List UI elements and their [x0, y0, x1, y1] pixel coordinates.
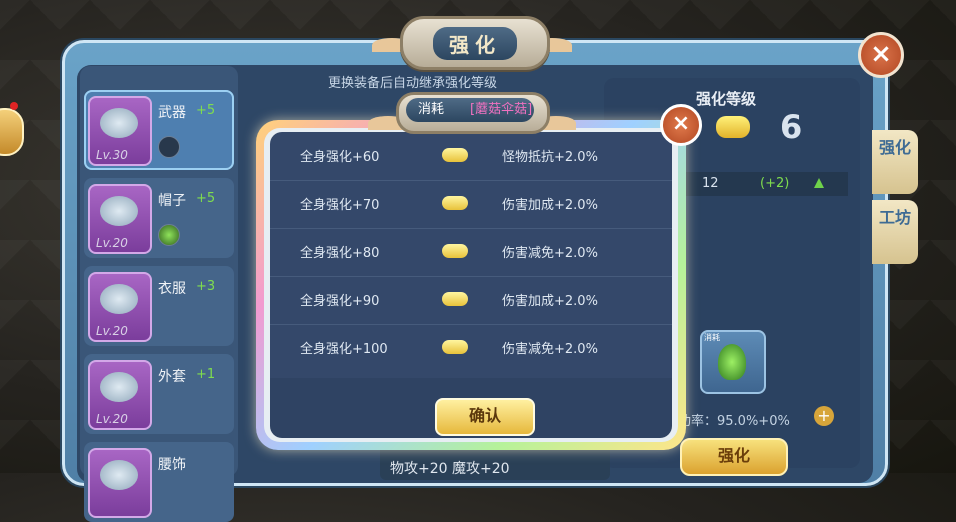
item-name: 腰饰: [158, 457, 186, 473]
gem-socket-icon[interactable]: [158, 136, 180, 158]
tab-workshop[interactable]: 工坊: [872, 200, 918, 264]
item-enhance-level: +3: [196, 279, 216, 294]
bonus-condition: 全身强化+70: [300, 198, 380, 213]
stat-increase: (+2): [760, 176, 790, 191]
bonus-effect: 伤害减免+2.0%: [502, 342, 598, 357]
bonus-condition: 全身强化+90: [300, 294, 380, 309]
item-enhance-level: +5: [196, 103, 216, 118]
tab-enhance[interactable]: 强化: [872, 130, 918, 194]
bonus-modal: 全身强化+60 怪物抵抗+2.0% 全身强化+70 伤害加成+2.0% 全身强化…: [256, 120, 686, 450]
bonus-list: 全身强化+60 怪物抵抗+2.0% 全身强化+70 伤害加成+2.0% 全身强化…: [270, 132, 672, 378]
item-name: 帽子: [158, 193, 186, 209]
arrow-right-icon: [442, 244, 468, 258]
arrow-right-icon: [442, 148, 468, 162]
gem-socket-icon[interactable]: [158, 224, 180, 246]
arrow-right-icon: [716, 116, 750, 138]
close-window-button[interactable]: ×: [858, 32, 904, 78]
equipment-list: Lv.30 武器 +5 Lv.20 帽子 +5 Lv.20 衣服 +3 Lv.2…: [80, 66, 238, 522]
belt-icon: [88, 448, 152, 518]
bonus-row: 全身强化+100 伤害减免+2.0%: [270, 324, 672, 372]
material-slot[interactable]: 消耗: [700, 330, 766, 394]
item-name: 武器: [158, 105, 186, 121]
equip-slot-belt[interactable]: 腰饰: [84, 442, 234, 522]
bonus-effect: 伤害减免+2.0%: [502, 246, 598, 261]
next-enhance-level: 6: [780, 108, 803, 146]
bonus-modal-body: 全身强化+60 怪物抵抗+2.0% 全身强化+70 伤害加成+2.0% 全身强化…: [264, 128, 678, 442]
item-enhance-level: +1: [196, 367, 216, 382]
enhance-button[interactable]: 强化: [680, 438, 788, 476]
notification-dot: [10, 102, 18, 110]
bonus-effect: 伤害加成+2.0%: [502, 198, 598, 213]
inherit-hint: 更换装备后自动继承强化等级: [328, 76, 498, 91]
arrow-up-icon: [814, 178, 824, 188]
potion-icon: [718, 344, 746, 380]
confirm-button[interactable]: 确认: [435, 398, 535, 436]
clothes-icon: Lv.20: [88, 272, 152, 342]
item-name: 衣服: [158, 281, 186, 297]
arrow-right-icon: [442, 292, 468, 306]
coat-icon: Lv.20: [88, 360, 152, 430]
bonus-modal-footer: 确认: [270, 378, 672, 438]
consume-label: 消耗: [418, 102, 445, 117]
bonus-condition: 全身强化+60: [300, 150, 380, 165]
add-rate-button[interactable]: +: [814, 406, 834, 426]
item-level: Lv.20: [96, 324, 128, 338]
stat-value: 12: [702, 176, 719, 191]
arrow-right-icon: [442, 340, 468, 354]
item-enhance-level: +5: [196, 191, 216, 206]
attribute-summary: 物攻+20 魔攻+20: [390, 461, 510, 477]
bonus-effect: 怪物抵抗+2.0%: [502, 150, 598, 165]
bonus-row: 全身强化+70 伤害加成+2.0%: [270, 180, 672, 229]
success-rate: 功率：95.0%+0%: [678, 414, 790, 429]
equip-slot-weapon[interactable]: Lv.30 武器 +5: [84, 90, 234, 170]
bonus-row: 全身强化+80 伤害减免+2.0%: [270, 228, 672, 277]
consume-item-name: [蘑菇伞菇]: [470, 102, 533, 117]
item-level: Lv.20: [96, 412, 128, 426]
bonus-row: 全身强化+90 伤害加成+2.0%: [270, 276, 672, 325]
item-level: Lv.20: [96, 236, 128, 250]
equip-slot-coat[interactable]: Lv.20 外套 +1: [84, 354, 234, 434]
equip-slot-hat[interactable]: Lv.20 帽子 +5: [84, 178, 234, 258]
bonus-row: 全身强化+60 怪物抵抗+2.0%: [270, 132, 672, 181]
item-name: 外套: [158, 369, 186, 385]
potion-tag: 消耗: [704, 333, 720, 342]
hat-icon: Lv.20: [88, 184, 152, 254]
enhance-level-title: 强化等级: [696, 90, 757, 108]
bonus-effect: 伤害加成+2.0%: [502, 294, 598, 309]
bonus-condition: 全身强化+100: [300, 342, 388, 357]
activity-icon[interactable]: [0, 108, 24, 156]
item-level: Lv.30: [96, 148, 128, 162]
weapon-icon: Lv.30: [88, 96, 152, 166]
window-title-plate: 强化: [400, 16, 550, 70]
window-title: 强化: [433, 27, 517, 60]
arrow-right-icon: [442, 196, 468, 210]
bonus-condition: 全身强化+80: [300, 246, 380, 261]
close-modal-button[interactable]: ×: [660, 104, 702, 146]
equip-slot-clothes[interactable]: Lv.20 衣服 +3: [84, 266, 234, 346]
